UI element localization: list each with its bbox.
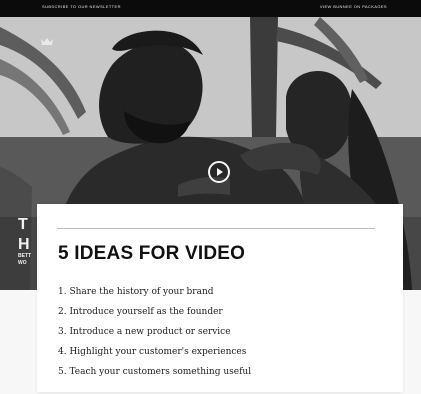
list-item: 1. Share the history of your brand [58,287,214,297]
top-bar: SUBSCRIBE TO OUR NEWSLETTER VIEW BUNNEE … [0,0,421,17]
play-icon [217,168,223,176]
view-packages-link[interactable]: VIEW BUNNEE ON PACKAGES [320,4,387,9]
ideas-card: 5 IDEAS FOR VIDEO 1. Share the history o… [37,204,403,392]
list-item: 5. Teach your customers something useful [58,367,252,377]
crown-logo-icon[interactable] [41,38,53,45]
hero-subtitle: BETT WO [18,253,32,266]
card-divider [57,228,375,229]
list-item: 3. Introduce a new product or service [58,327,231,337]
card-title: 5 IDEAS FOR VIDEO [58,243,246,264]
play-button[interactable] [208,161,230,183]
hero-title: T H [18,216,30,253]
list-item: 4. Highlight your customer's experiences [58,347,247,357]
newsletter-link[interactable]: SUBSCRIBE TO OUR NEWSLETTER [42,4,121,9]
list-item: 2. Introduce yourself as the founder [58,307,223,317]
ideas-list: 1. Share the history of your brand 2. In… [58,282,251,382]
page: SUBSCRIBE TO OUR NEWSLETTER VIEW BUNNEE … [0,0,421,394]
